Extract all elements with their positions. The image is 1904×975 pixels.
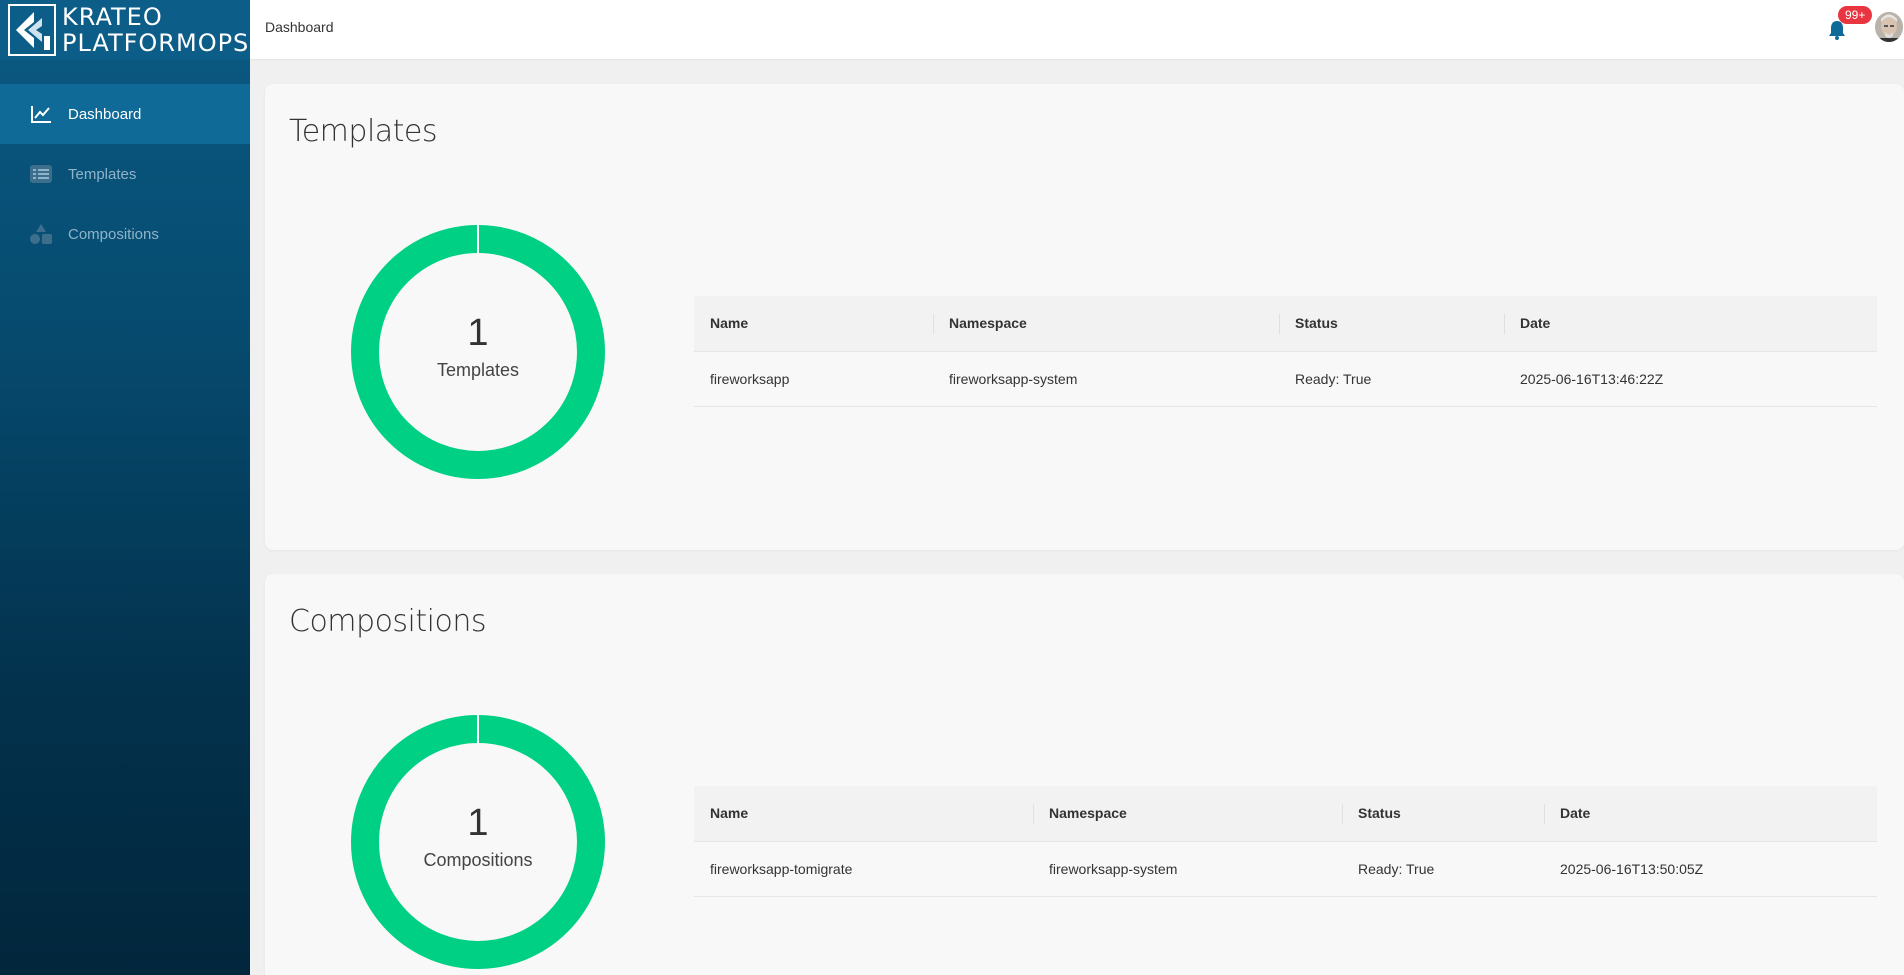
cell-name: fireworksapp — [694, 351, 933, 407]
table-row[interactable]: fireworksapp-tomigrate fireworksapp-syst… — [694, 841, 1877, 897]
column-header-namespace[interactable]: Namespace — [933, 296, 1279, 352]
table-header-row: Name Namespace Status Date — [694, 786, 1877, 842]
topbar: Dashboard 99+ — [250, 0, 1904, 60]
column-header-date[interactable]: Date — [1504, 296, 1877, 352]
cell-date: 2025-06-16T13:50:05Z — [1544, 841, 1877, 897]
column-header-status[interactable]: Status — [1342, 786, 1544, 842]
templates-count: 1 — [467, 312, 489, 354]
shapes-icon — [28, 223, 54, 245]
compositions-donut-chart: 1 Compositions — [350, 714, 606, 970]
cell-namespace: fireworksapp-system — [933, 351, 1279, 407]
sidebar-item-label: Dashboard — [68, 105, 142, 123]
column-header-date[interactable]: Date — [1544, 786, 1877, 842]
sidebar-item-compositions[interactable]: Compositions — [0, 204, 250, 264]
cell-namespace: fireworksapp-system — [1033, 841, 1342, 897]
sidebar-item-label: Templates — [68, 165, 137, 183]
cell-status: Ready: True — [1342, 841, 1544, 897]
sidebar-nav: Dashboard Templates Compositions — [0, 84, 250, 264]
templates-table: Name Namespace Status Date fireworksapp … — [694, 296, 1877, 407]
compositions-title: Compositions — [289, 604, 486, 639]
bell-icon[interactable] — [1828, 20, 1846, 45]
logo-line2: PLATFORMOPS — [62, 29, 250, 57]
logo-line1: KRATEO — [62, 3, 163, 31]
sidebar-item-templates[interactable]: Templates — [0, 144, 250, 204]
templates-count-label: Templates — [436, 360, 520, 380]
logo[interactable]: KRATEO PLATFORMOPS — [0, 0, 250, 60]
cell-date: 2025-06-16T13:46:22Z — [1504, 351, 1877, 407]
breadcrumb: Dashboard — [265, 19, 334, 35]
compositions-count-label: Compositions — [423, 850, 533, 870]
table-header-row: Name Namespace Status Date — [694, 296, 1877, 352]
templates-title: Templates — [289, 114, 438, 149]
list-icon — [28, 163, 54, 185]
compositions-card: Compositions 1 Compositions Name Namespa… — [265, 574, 1904, 975]
compositions-count: 1 — [467, 802, 489, 844]
sidebar: KRATEO PLATFORMOPS Dashboard Templates C… — [0, 0, 250, 975]
cell-name: fireworksapp-tomigrate — [694, 841, 1033, 897]
krateo-logo-icon — [8, 4, 56, 56]
column-header-status[interactable]: Status — [1279, 296, 1504, 352]
templates-card: Templates 1 Templates Name Namespace Sta… — [265, 84, 1904, 550]
sidebar-item-label: Compositions — [68, 225, 159, 243]
column-header-name[interactable]: Name — [694, 786, 1033, 842]
compositions-table: Name Namespace Status Date fireworksapp-… — [694, 786, 1877, 897]
cell-status: Ready: True — [1279, 351, 1504, 407]
logo-text: KRATEO PLATFORMOPS — [62, 4, 249, 56]
notification-badge[interactable]: 99+ — [1838, 6, 1873, 24]
column-header-name[interactable]: Name — [694, 296, 933, 352]
column-header-namespace[interactable]: Namespace — [1033, 786, 1342, 842]
templates-donut-chart: 1 Templates — [350, 224, 606, 480]
chart-line-icon — [28, 103, 54, 125]
table-row[interactable]: fireworksapp fireworksapp-system Ready: … — [694, 351, 1877, 407]
avatar[interactable] — [1875, 12, 1903, 42]
sidebar-item-dashboard[interactable]: Dashboard — [0, 84, 250, 144]
